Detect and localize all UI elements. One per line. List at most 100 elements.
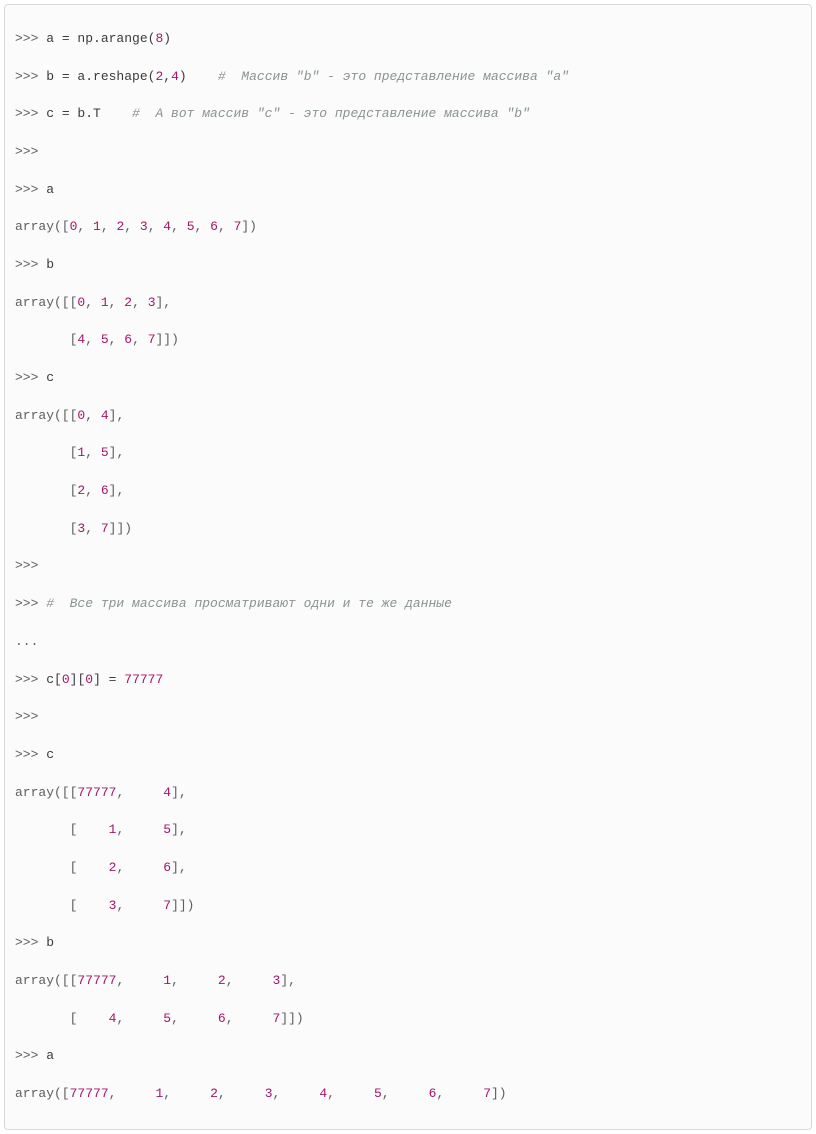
sep: ,: [85, 521, 101, 536]
sep: ,: [436, 1086, 452, 1101]
output-text: [: [15, 822, 77, 837]
number-literal: 4: [163, 219, 171, 234]
output-text: ],: [171, 860, 187, 875]
code-line: >>>: [15, 557, 801, 576]
number-literal: 77777: [77, 785, 116, 800]
sep: ,: [124, 219, 140, 234]
number-literal: 7: [101, 521, 109, 536]
repl-prompt: >>>: [15, 257, 46, 272]
number-literal: 77777: [124, 672, 163, 687]
output-text: [: [15, 445, 77, 460]
output-text: ],: [156, 295, 172, 310]
sep: ,: [109, 332, 125, 347]
number-literal: 1: [101, 295, 109, 310]
output-line: array([77777, 1, 2, 3, 4, 5, 6, 7]): [15, 1085, 801, 1104]
repl-prompt: >>>: [15, 709, 46, 724]
output-line: array([0, 1, 2, 3, 4, 5, 6, 7]): [15, 218, 801, 237]
number-literal: 3: [233, 1086, 272, 1101]
output-text: [: [15, 898, 77, 913]
code-block: >>> a = np.arange(8) >>> b = a.reshape(2…: [4, 4, 812, 1130]
number-literal: 77777: [70, 1086, 109, 1101]
number-literal: 6: [210, 219, 218, 234]
sep: ,: [132, 332, 148, 347]
sep: ,: [85, 408, 101, 423]
output-text: ],: [171, 785, 187, 800]
repl-prompt: >>>: [15, 370, 46, 385]
number-literal: 2: [77, 860, 116, 875]
repl-prompt: >>>: [15, 182, 46, 197]
sep: ,: [116, 973, 132, 988]
code-line: >>> b = a.reshape(2,4) # Массив "b" - эт…: [15, 68, 801, 87]
sep: ,: [132, 295, 148, 310]
repl-continuation: ...: [15, 634, 46, 649]
sep: ,: [327, 1086, 343, 1101]
output-text: [: [15, 521, 77, 536]
sep: ,: [109, 295, 125, 310]
number-literal: 5: [187, 219, 195, 234]
code-text: ,: [163, 69, 171, 84]
code-text: ] =: [93, 672, 124, 687]
sep: ,: [85, 295, 101, 310]
sep: ,: [171, 219, 187, 234]
code-text: c[: [46, 672, 62, 687]
output-line: [2, 6],: [15, 482, 801, 501]
output-text: ]): [491, 1086, 507, 1101]
code-text: c: [46, 747, 54, 762]
repl-prompt: >>>: [15, 106, 46, 121]
output-line: [1, 5],: [15, 444, 801, 463]
repl-prompt: >>>: [15, 935, 46, 950]
sep: ,: [85, 332, 101, 347]
number-literal: 2: [179, 1086, 218, 1101]
sep: ,: [85, 483, 101, 498]
code-line: >>>: [15, 708, 801, 727]
sep: ,: [273, 1086, 289, 1101]
repl-prompt: >>>: [15, 31, 46, 46]
output-text: array([: [15, 1086, 70, 1101]
output-text: ]]): [156, 332, 179, 347]
number-literal: 4: [101, 408, 109, 423]
code-text: ): [179, 69, 187, 84]
number-literal: 5: [343, 1086, 382, 1101]
output-text: array([: [15, 219, 70, 234]
code-text: b: [46, 257, 54, 272]
output-text: [: [15, 860, 77, 875]
sep: ,: [77, 219, 93, 234]
code-text: b = a.reshape(: [46, 69, 155, 84]
number-literal: 6: [101, 483, 109, 498]
output-text: [: [15, 1011, 77, 1026]
output-text: ],: [171, 822, 187, 837]
number-literal: 4: [77, 1011, 116, 1026]
number-literal: 7: [452, 1086, 491, 1101]
code-line: >>> # Все три массива просматривают одни…: [15, 595, 801, 614]
sep: ,: [116, 898, 132, 913]
code-text: b: [46, 935, 54, 950]
sep: ,: [109, 1086, 125, 1101]
output-text: ],: [109, 483, 125, 498]
sep: ,: [116, 822, 132, 837]
code-text: c = b.T: [46, 106, 101, 121]
number-literal: 7: [148, 332, 156, 347]
repl-prompt: >>>: [15, 558, 46, 573]
sep: ,: [116, 785, 132, 800]
sep: ,: [195, 219, 211, 234]
number-literal: 5: [101, 445, 109, 460]
repl-prompt: >>>: [15, 1048, 46, 1063]
output-text: array([[: [15, 785, 77, 800]
code-text: c: [46, 370, 54, 385]
sep: ,: [226, 973, 242, 988]
sep: ,: [148, 219, 164, 234]
comment: # Массив "b" - это представление массива…: [218, 69, 569, 84]
code-line: >>> c: [15, 746, 801, 765]
number-literal: 4: [171, 69, 179, 84]
code-text: a: [46, 1048, 54, 1063]
number-literal: 4: [288, 1086, 327, 1101]
output-line: [4, 5, 6, 7]]): [15, 331, 801, 350]
repl-prompt: >>>: [15, 69, 46, 84]
sep: ,: [382, 1086, 398, 1101]
code-line: >>> c: [15, 369, 801, 388]
number-literal: 2: [187, 973, 226, 988]
code-line: ...: [15, 633, 801, 652]
output-line: array([[0, 1, 2, 3],: [15, 294, 801, 313]
output-text: ],: [280, 973, 296, 988]
output-line: [ 1, 5],: [15, 821, 801, 840]
